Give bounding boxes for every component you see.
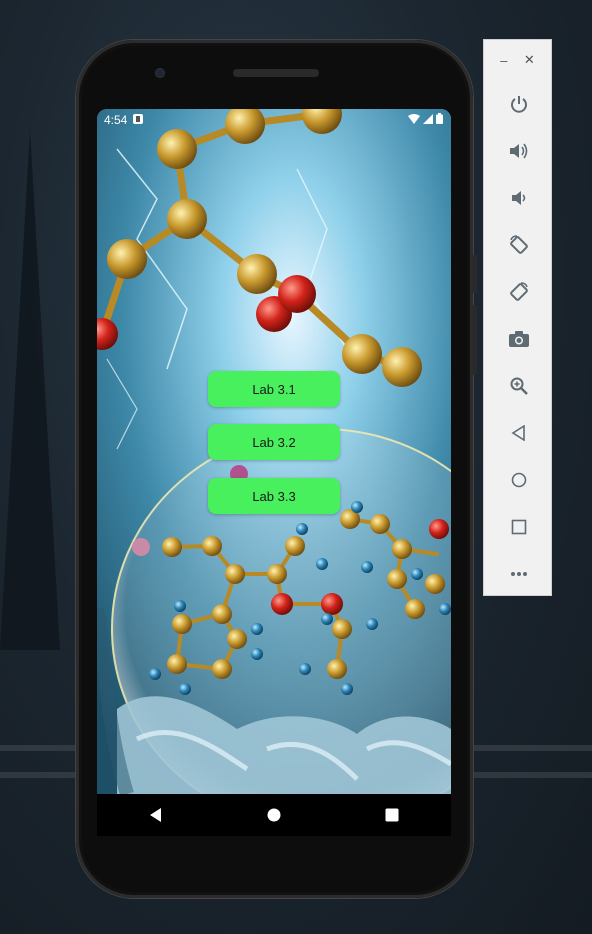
camera-icon[interactable]	[484, 315, 553, 362]
back-icon[interactable]	[484, 409, 553, 456]
volume-up-icon[interactable]	[484, 127, 553, 174]
lab-3-1-button[interactable]: Lab 3.1	[208, 371, 340, 407]
status-time: 4:54	[104, 113, 128, 127]
phone-frame: 4:54 Lab 3.1 Lab 3.2 Lab 3.3	[76, 40, 477, 898]
zoom-icon[interactable]	[484, 362, 553, 409]
recents-icon[interactable]	[372, 795, 412, 835]
back-icon[interactable]	[136, 795, 176, 835]
signal-icon	[423, 113, 433, 127]
overview-icon[interactable]	[484, 503, 553, 550]
minimize-icon[interactable]: –	[500, 53, 507, 68]
rotate-left-icon[interactable]	[484, 221, 553, 268]
front-camera	[155, 68, 165, 78]
home-icon[interactable]	[254, 795, 294, 835]
lab-3-3-button[interactable]: Lab 3.3	[208, 478, 340, 514]
earpiece-speaker	[233, 69, 319, 77]
background-tree	[0, 130, 60, 650]
status-bar: 4:54	[97, 109, 451, 131]
wifi-icon	[408, 113, 420, 127]
close-icon[interactable]: ✕	[524, 52, 535, 68]
home-icon[interactable]	[484, 456, 553, 503]
navigation-bar	[97, 794, 451, 836]
battery-icon	[436, 113, 443, 127]
power-key	[472, 255, 477, 293]
rotate-right-icon[interactable]	[484, 268, 553, 315]
power-icon[interactable]	[484, 80, 553, 127]
volume-down-icon[interactable]	[484, 174, 553, 221]
more-icon[interactable]	[484, 550, 553, 597]
status-icons	[408, 113, 443, 127]
toolbar-window-controls: – ✕	[484, 40, 551, 80]
app-screen: 4:54 Lab 3.1 Lab 3.2 Lab 3.3	[97, 109, 451, 794]
volume-key	[472, 305, 477, 375]
notification-icon	[133, 113, 144, 127]
emulator-toolbar: – ✕	[483, 39, 552, 596]
lab-3-2-button[interactable]: Lab 3.2	[208, 424, 340, 460]
